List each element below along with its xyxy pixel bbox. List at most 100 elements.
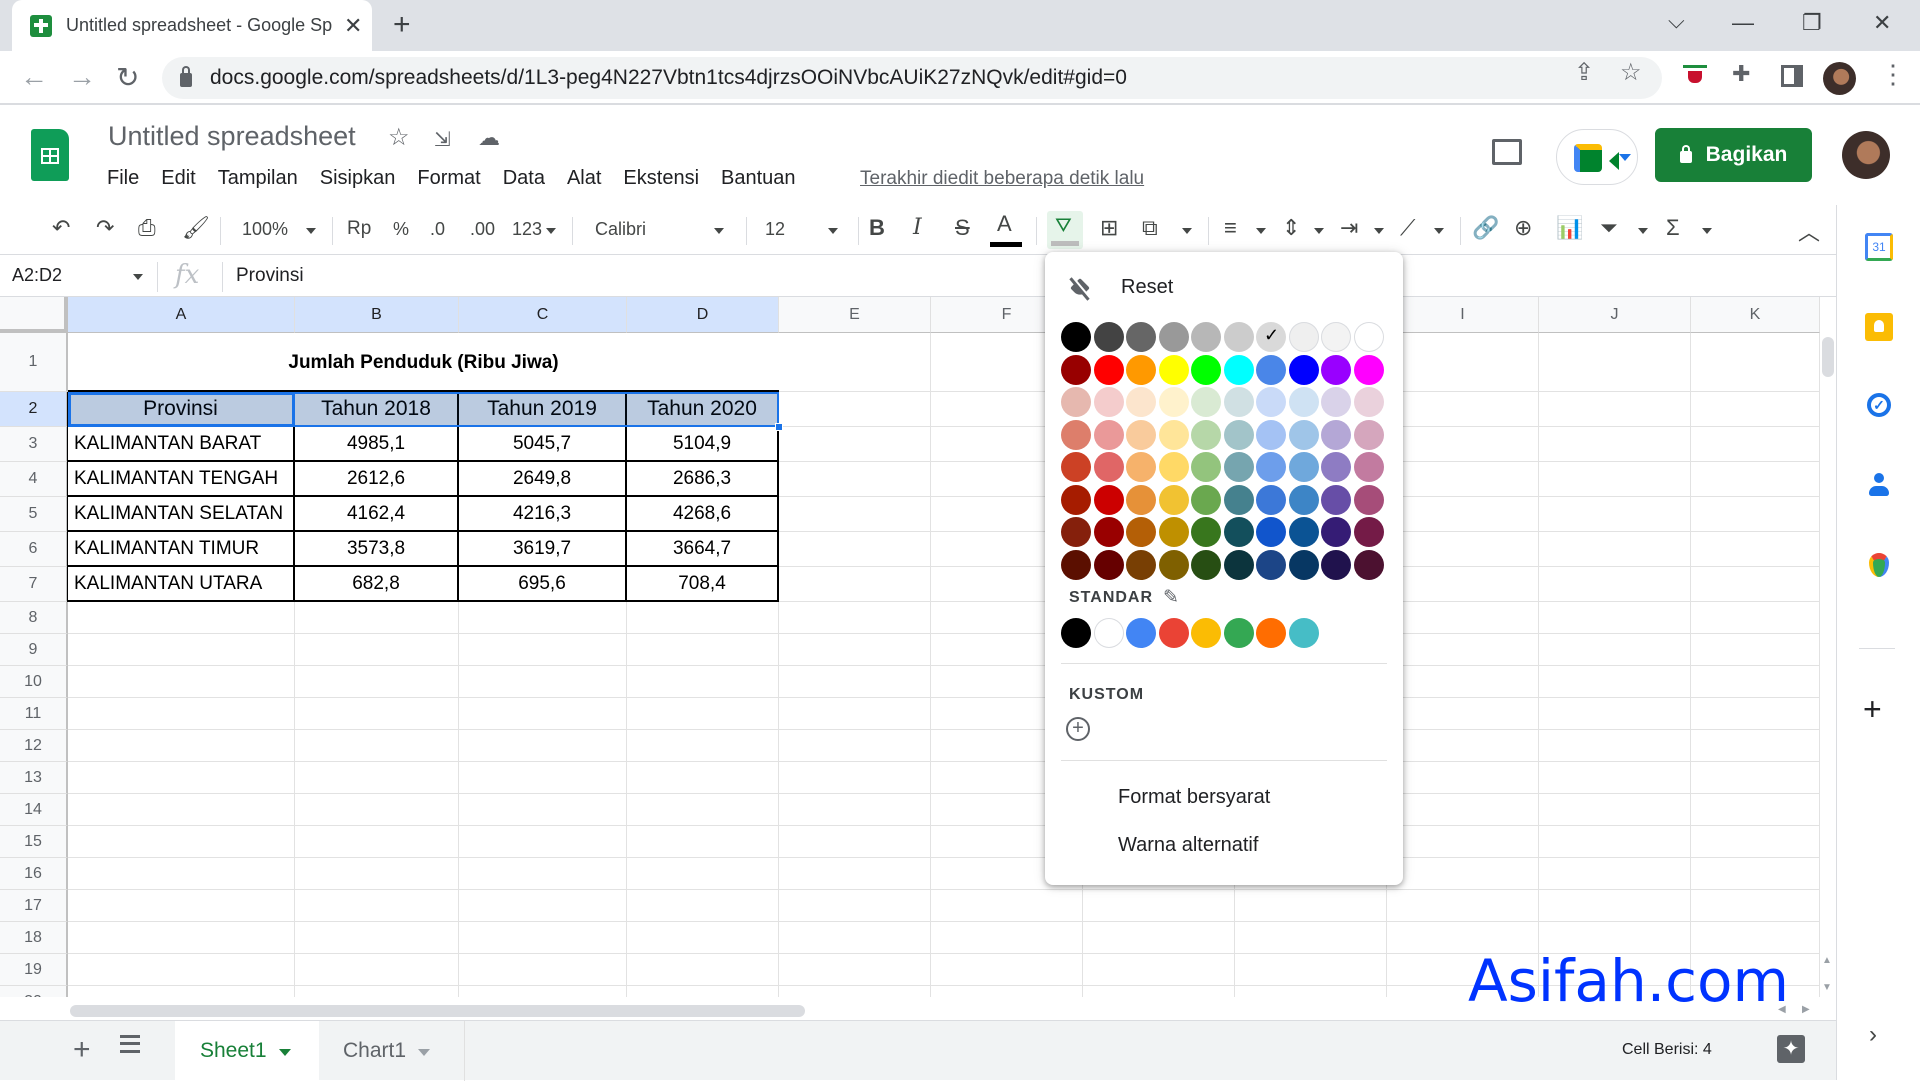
row-header-1[interactable]: 1 (0, 333, 68, 392)
color-swatch[interactable] (1256, 387, 1286, 417)
keep-icon[interactable] (1865, 313, 1893, 341)
scroll-up-icon[interactable]: ▲ (1822, 955, 1832, 966)
color-swatch[interactable] (1256, 452, 1286, 482)
color-swatch[interactable] (1191, 322, 1221, 352)
color-swatch[interactable] (1223, 549, 1254, 580)
color-swatch[interactable] (1061, 419, 1091, 450)
currency-format-button[interactable]: Rp (347, 218, 371, 240)
province-cell[interactable]: KALIMANTAN SELATAN (68, 497, 295, 532)
chevron-down-icon[interactable] (1182, 228, 1192, 239)
color-swatch[interactable] (1353, 452, 1384, 482)
url-input[interactable]: docs.google.com/spreadsheets/d/1L3-peg4N… (162, 57, 1662, 99)
color-swatch[interactable] (1061, 452, 1091, 482)
color-swatch[interactable] (1061, 517, 1091, 547)
color-swatch[interactable] (1353, 484, 1384, 515)
color-swatch[interactable] (1191, 354, 1221, 385)
color-swatch[interactable] (1256, 517, 1286, 547)
value-cell[interactable]: 4268,6 (627, 497, 779, 532)
color-swatch[interactable] (1191, 517, 1221, 547)
color-swatch[interactable] (1158, 549, 1189, 580)
row-header-6[interactable]: 6 (0, 532, 68, 567)
horizontal-scrollbar[interactable] (70, 1005, 805, 1017)
scroll-right-icon[interactable]: ▶ (1802, 1004, 1810, 1015)
undo-icon[interactable]: ↶ (52, 215, 70, 241)
value-cell[interactable]: 5045,7 (459, 427, 627, 462)
comment-history-icon[interactable] (1492, 139, 1522, 165)
merge-cells-icon[interactable]: ⧉ (1142, 215, 1158, 241)
menu-view[interactable]: Tampilan (218, 167, 298, 190)
column-header-d[interactable]: D (627, 297, 779, 333)
chevron-down-icon[interactable] (1256, 228, 1266, 239)
lock-icon[interactable] (180, 66, 192, 87)
contacts-icon[interactable] (1865, 473, 1893, 501)
row-header-18[interactable]: 18 (0, 922, 68, 954)
color-swatch[interactable] (1288, 419, 1319, 450)
row-header-4[interactable]: 4 (0, 462, 68, 497)
borders-icon[interactable]: ⊞ (1100, 215, 1118, 241)
color-swatch[interactable] (1288, 387, 1319, 417)
color-swatch[interactable] (1126, 517, 1156, 547)
name-box[interactable]: A2:D2 (12, 265, 62, 286)
color-swatch[interactable] (1093, 517, 1124, 547)
color-swatch[interactable] (1126, 322, 1156, 352)
row-header-5[interactable]: 5 (0, 497, 68, 532)
chevron-down-icon[interactable] (828, 228, 838, 239)
vertical-scrollbar[interactable] (1822, 337, 1834, 377)
close-tab-icon[interactable]: ✕ (344, 13, 362, 39)
reload-icon[interactable]: ↻ (116, 61, 139, 94)
font-select[interactable]: Calibri (595, 219, 646, 240)
value-cell[interactable]: 3664,7 (627, 532, 779, 567)
color-swatch[interactable] (1093, 484, 1124, 515)
text-wrap-icon[interactable]: ⇥ (1340, 215, 1358, 241)
color-swatch[interactable] (1158, 322, 1189, 352)
chevron-down-icon[interactable] (1374, 228, 1384, 239)
alternating-colors-item[interactable]: Warna alternatif (1118, 834, 1258, 857)
color-swatch[interactable] (1158, 387, 1189, 417)
row-header-10[interactable]: 10 (0, 666, 68, 698)
bold-button[interactable]: B (869, 215, 885, 241)
color-swatch[interactable] (1223, 387, 1254, 417)
color-swatch[interactable] (1321, 322, 1351, 352)
color-swatch[interactable] (1158, 517, 1189, 547)
chevron-down-icon[interactable] (133, 274, 143, 285)
star-icon[interactable]: ☆ (388, 123, 410, 152)
color-swatch[interactable] (1061, 549, 1091, 580)
paint-format-icon[interactable]: 🖌 (182, 215, 210, 241)
scroll-down-icon[interactable]: ▼ (1822, 982, 1832, 993)
value-cell[interactable]: 4216,3 (459, 497, 627, 532)
column-header-i[interactable]: I (1387, 297, 1539, 333)
print-icon[interactable]: ⎙ (138, 215, 156, 241)
tab-search-icon[interactable]: ⌵ (1668, 8, 1685, 34)
cloud-saved-icon[interactable]: ☁ (478, 125, 500, 151)
menu-extensions[interactable]: Ekstensi (623, 167, 699, 190)
color-swatch[interactable] (1353, 517, 1384, 547)
column-header-b[interactable]: B (295, 297, 459, 333)
account-avatar[interactable] (1842, 131, 1890, 179)
all-sheets-icon[interactable] (120, 1035, 140, 1053)
bookmark-star-icon[interactable]: ☆ (1620, 58, 1642, 87)
row-header-14[interactable]: 14 (0, 794, 68, 826)
province-cell[interactable]: KALIMANTAN TENGAH (68, 462, 295, 497)
zoom-select[interactable]: 100% (242, 219, 288, 240)
color-swatch[interactable] (1321, 549, 1351, 580)
sheet-tab-sheet1[interactable]: Sheet1 (175, 1021, 319, 1081)
color-swatch[interactable] (1126, 484, 1156, 515)
row-header-16[interactable]: 16 (0, 858, 68, 890)
mcafee-extension-icon[interactable] (1683, 65, 1707, 89)
color-swatch[interactable] (1061, 484, 1091, 515)
color-swatch[interactable] (1093, 452, 1124, 482)
calendar-icon[interactable]: 31 (1865, 233, 1893, 261)
color-swatch[interactable] (1223, 322, 1254, 352)
color-swatch[interactable] (1321, 354, 1351, 385)
color-swatch[interactable] (1158, 354, 1189, 385)
formula-input[interactable]: Provinsi (236, 265, 304, 287)
value-cell[interactable]: 2649,8 (459, 462, 627, 497)
color-swatch[interactable] (1191, 549, 1221, 580)
color-swatch[interactable] (1353, 354, 1384, 385)
text-color-button[interactable]: A (997, 211, 1012, 237)
color-swatch[interactable] (1158, 484, 1189, 515)
chevron-down-icon[interactable] (1702, 228, 1712, 239)
row-header-7[interactable]: 7 (0, 567, 68, 602)
redo-icon[interactable]: ↷ (96, 215, 114, 241)
chevron-down-icon[interactable] (1314, 228, 1324, 239)
